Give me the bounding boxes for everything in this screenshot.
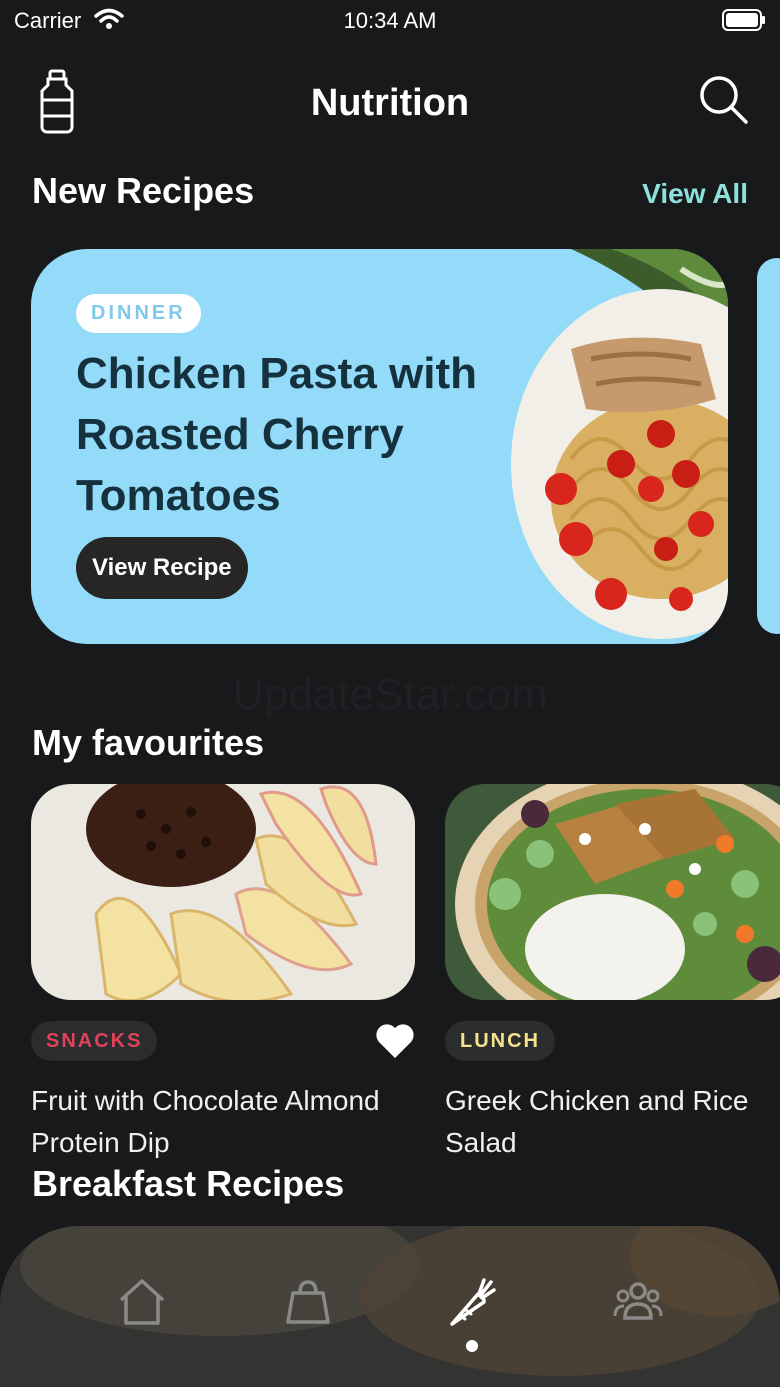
category-tag-lunch: LUNCH (445, 1021, 555, 1061)
favourite-card-snacks[interactable] (31, 784, 415, 1000)
app-header: Nutrition (0, 60, 780, 150)
fruit-dip-image (31, 784, 415, 1000)
carrot-icon[interactable] (446, 1276, 498, 1328)
favourites-title: My favourites (32, 722, 265, 763)
chicken-rice-salad-image (445, 784, 780, 1000)
favourite-title-lunch[interactable]: Greek Chicken and Rice Salad (445, 1080, 780, 1164)
category-badge: DINNER (76, 294, 201, 333)
new-recipes-title: New Recipes (32, 170, 255, 211)
view-recipe-button[interactable]: View Recipe (76, 537, 248, 599)
battery-icon (722, 9, 765, 31)
favourite-card-lunch[interactable] (445, 784, 780, 1000)
search-icon[interactable] (698, 74, 750, 126)
clock: 10:34 AM (343, 8, 437, 33)
tab-bar (0, 1226, 780, 1387)
favourite-title-snacks[interactable]: Fruit with Chocolate Almond Protein Dip (31, 1080, 415, 1164)
view-all-link[interactable]: View All (642, 178, 748, 210)
shopping-bag-icon[interactable] (282, 1276, 334, 1328)
community-icon[interactable] (612, 1276, 664, 1328)
home-icon[interactable] (116, 1276, 168, 1328)
category-tag-snacks: SNACKS (31, 1021, 158, 1061)
page-title: Nutrition (310, 82, 470, 124)
status-bar: Carrier 10:34 AM (0, 0, 780, 40)
pasta-dish-image (511, 249, 728, 639)
featured-recipe-title: Chicken Pasta with Roasted Cherry Tomato… (76, 349, 478, 520)
breakfast-recipes-title: Breakfast Recipes (32, 1163, 345, 1204)
active-tab-indicator (466, 1340, 478, 1352)
heart-icon[interactable] (374, 1020, 416, 1060)
watermark: UpdateStar.com (232, 670, 548, 719)
featured-recipe-card[interactable]: DINNER Chicken Pasta with Roasted Cherry… (31, 249, 728, 644)
next-recipe-card-peek[interactable] (757, 258, 780, 634)
